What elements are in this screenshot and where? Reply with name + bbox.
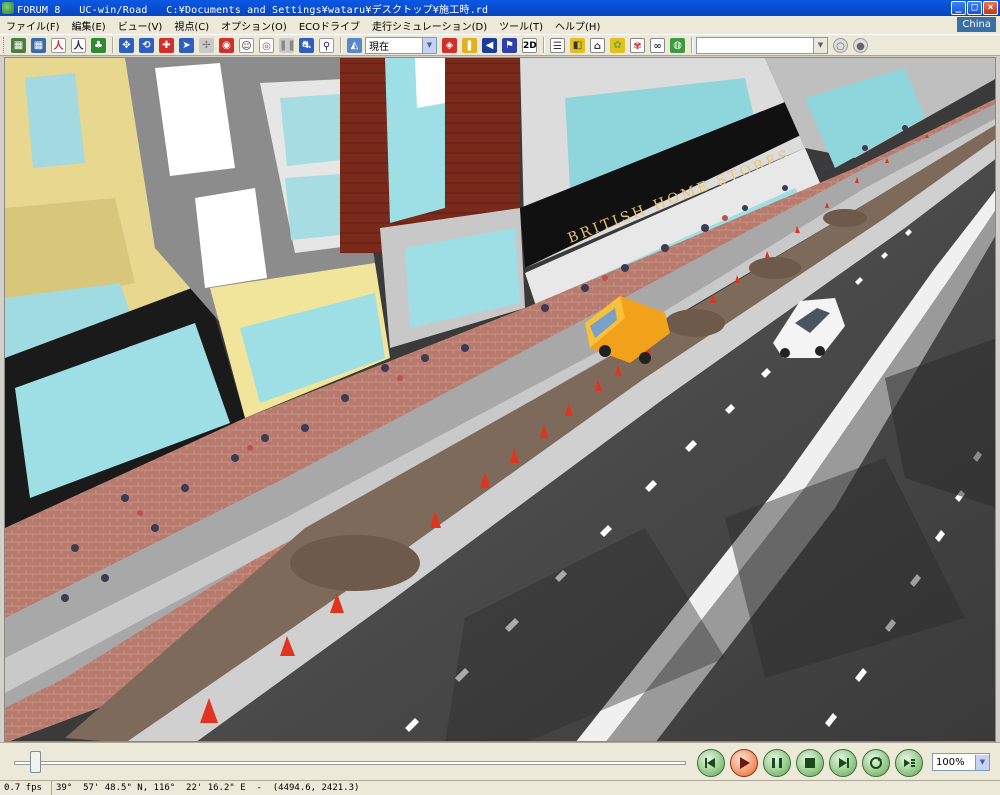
search-select[interactable]: ▼ — [696, 36, 828, 54]
status-bar: 0.7 fps 39° 57' 48.5" N, 116° 22' 16.2" … — [0, 780, 1000, 795]
stop-button[interactable] — [796, 749, 824, 777]
toolbar-separator — [112, 37, 114, 53]
app-logo-icon — [2, 2, 14, 14]
dirt-pile — [290, 535, 420, 591]
stop-option-icon[interactable]: ● — [851, 36, 870, 54]
timeline-slider-thumb[interactable] — [30, 751, 41, 773]
script-icon[interactable]: ☰ — [548, 36, 567, 54]
rotate-camera-icon[interactable]: ⟲ — [137, 36, 156, 54]
mode-2d-button[interactable]: 2D — [520, 36, 539, 54]
main-toolbar: ▦ ▦ 人 人 ♣ ✥ ⟲ ✚ ➤ ✢ ◉ ☺ ◎ ❚❚ ⛐ ⚲ ◭ 現在 ▼ … — [0, 34, 1000, 56]
language-indicator[interactable]: China — [957, 17, 996, 32]
menu-eco-drive[interactable]: ECOドライブ — [293, 18, 366, 33]
3d-viewport[interactable]: BRITISH HOME STORES — [4, 57, 996, 742]
coordinate-readout: 39° 57' 48.5" N, 116° 22' 16.2" E - (449… — [56, 783, 360, 793]
maximize-button[interactable]: □ — [967, 1, 982, 15]
menu-file[interactable]: ファイル(F) — [0, 18, 66, 33]
zoom-select-value: 100% — [936, 756, 965, 768]
link-icon[interactable]: ∞ — [648, 36, 667, 54]
walker-icon[interactable]: 人 — [69, 36, 88, 54]
animal-icon[interactable]: ✿ — [608, 36, 627, 54]
toolbar-grip[interactable] — [3, 37, 6, 53]
stop-icon — [805, 758, 815, 768]
car-icon[interactable]: ⛐ — [297, 36, 316, 54]
menu-edit[interactable]: 編集(E) — [66, 18, 112, 33]
window-controls: _ □ × — [951, 1, 998, 15]
toolbar-separator — [691, 37, 693, 53]
boat-icon[interactable]: ⌂ — [588, 36, 607, 54]
menu-options[interactable]: オプション(O) — [215, 18, 293, 33]
scene-render: BRITISH HOME STORES — [5, 58, 995, 741]
terrain-icon[interactable]: ▦ — [29, 36, 48, 54]
window-titlebar: FORUM 8 UC-win/Road C:¥Documents and Set… — [0, 0, 1000, 16]
circle-option-icon[interactable]: ○ — [831, 36, 850, 54]
timeline-slider[interactable] — [14, 761, 686, 765]
menu-tools[interactable]: ツール(T) — [493, 18, 549, 33]
zoom-select[interactable]: 100% ▼ — [932, 753, 990, 771]
chevron-down-icon[interactable]: ▼ — [813, 37, 827, 53]
select-icon[interactable]: ✢ — [197, 36, 216, 54]
step-forward-button[interactable] — [829, 749, 857, 777]
driver-icon[interactable]: ☺ — [237, 36, 256, 54]
step-back-icon — [705, 758, 715, 768]
playback-bar: 100% ▼ — [0, 742, 1000, 780]
dashboard-icon[interactable]: ◧ — [568, 36, 587, 54]
lock-icon[interactable]: ❚ — [460, 36, 479, 54]
viewpoint-select[interactable]: 現在 ▼ — [365, 36, 437, 54]
menu-drive-simulation[interactable]: 走行シミュレーション(D) — [366, 18, 493, 33]
loop-icon — [870, 757, 882, 769]
play-icon — [740, 757, 750, 769]
minimize-button[interactable]: _ — [951, 1, 966, 15]
record-log-icon — [904, 759, 915, 767]
pedestrian-icon[interactable]: 人 — [49, 36, 68, 54]
globe-icon[interactable]: ◍ — [668, 36, 687, 54]
pause-icon[interactable]: ❚❚ — [277, 36, 296, 54]
steering-wheel-icon[interactable]: ◎ — [257, 36, 276, 54]
tree-icon[interactable]: ♣ — [89, 36, 108, 54]
chevron-down-icon[interactable]: ▼ — [422, 37, 436, 53]
play-button[interactable] — [730, 749, 758, 777]
step-back-button[interactable] — [697, 749, 725, 777]
fps-readout: 0.7 fps — [0, 781, 52, 795]
skip-back-icon[interactable]: ◀ — [480, 36, 499, 54]
loop-button[interactable] — [862, 749, 890, 777]
pan-icon[interactable]: ✚ — [157, 36, 176, 54]
step-forward-icon — [839, 758, 849, 768]
pause-icon — [772, 758, 782, 768]
viewpoint-select-value: 現在 — [369, 41, 389, 53]
shield-icon[interactable]: ◈ — [440, 36, 459, 54]
close-button[interactable]: × — [983, 1, 998, 15]
chevron-down-icon[interactable]: ▼ — [975, 754, 989, 770]
record-log-button[interactable] — [895, 749, 923, 777]
road-network-icon[interactable]: ▦ — [9, 36, 28, 54]
menu-camera[interactable]: 視点(C) — [168, 18, 215, 33]
window-title: FORUM 8 UC-win/Road C:¥Documents and Set… — [17, 4, 489, 16]
toolbar-separator — [543, 37, 545, 53]
fly-through-icon[interactable]: ➤ — [177, 36, 196, 54]
menu-bar: ファイル(F) 編集(E) ビュー(V) 視点(C) オプション(O) ECOド… — [0, 16, 1000, 34]
menu-help[interactable]: ヘルプ(H) — [549, 18, 606, 33]
pause-button[interactable] — [763, 749, 791, 777]
flag-icon[interactable]: ⚑ — [500, 36, 519, 54]
bicycle-icon[interactable]: ⚲ — [317, 36, 336, 54]
palette-icon[interactable]: ✾ — [628, 36, 647, 54]
toolbar-separator — [340, 37, 342, 53]
move-camera-icon[interactable]: ✥ — [117, 36, 136, 54]
record-icon[interactable]: ◉ — [217, 36, 236, 54]
camera-view-icon[interactable]: ◭ — [345, 36, 364, 54]
menu-view[interactable]: ビュー(V) — [112, 18, 169, 33]
